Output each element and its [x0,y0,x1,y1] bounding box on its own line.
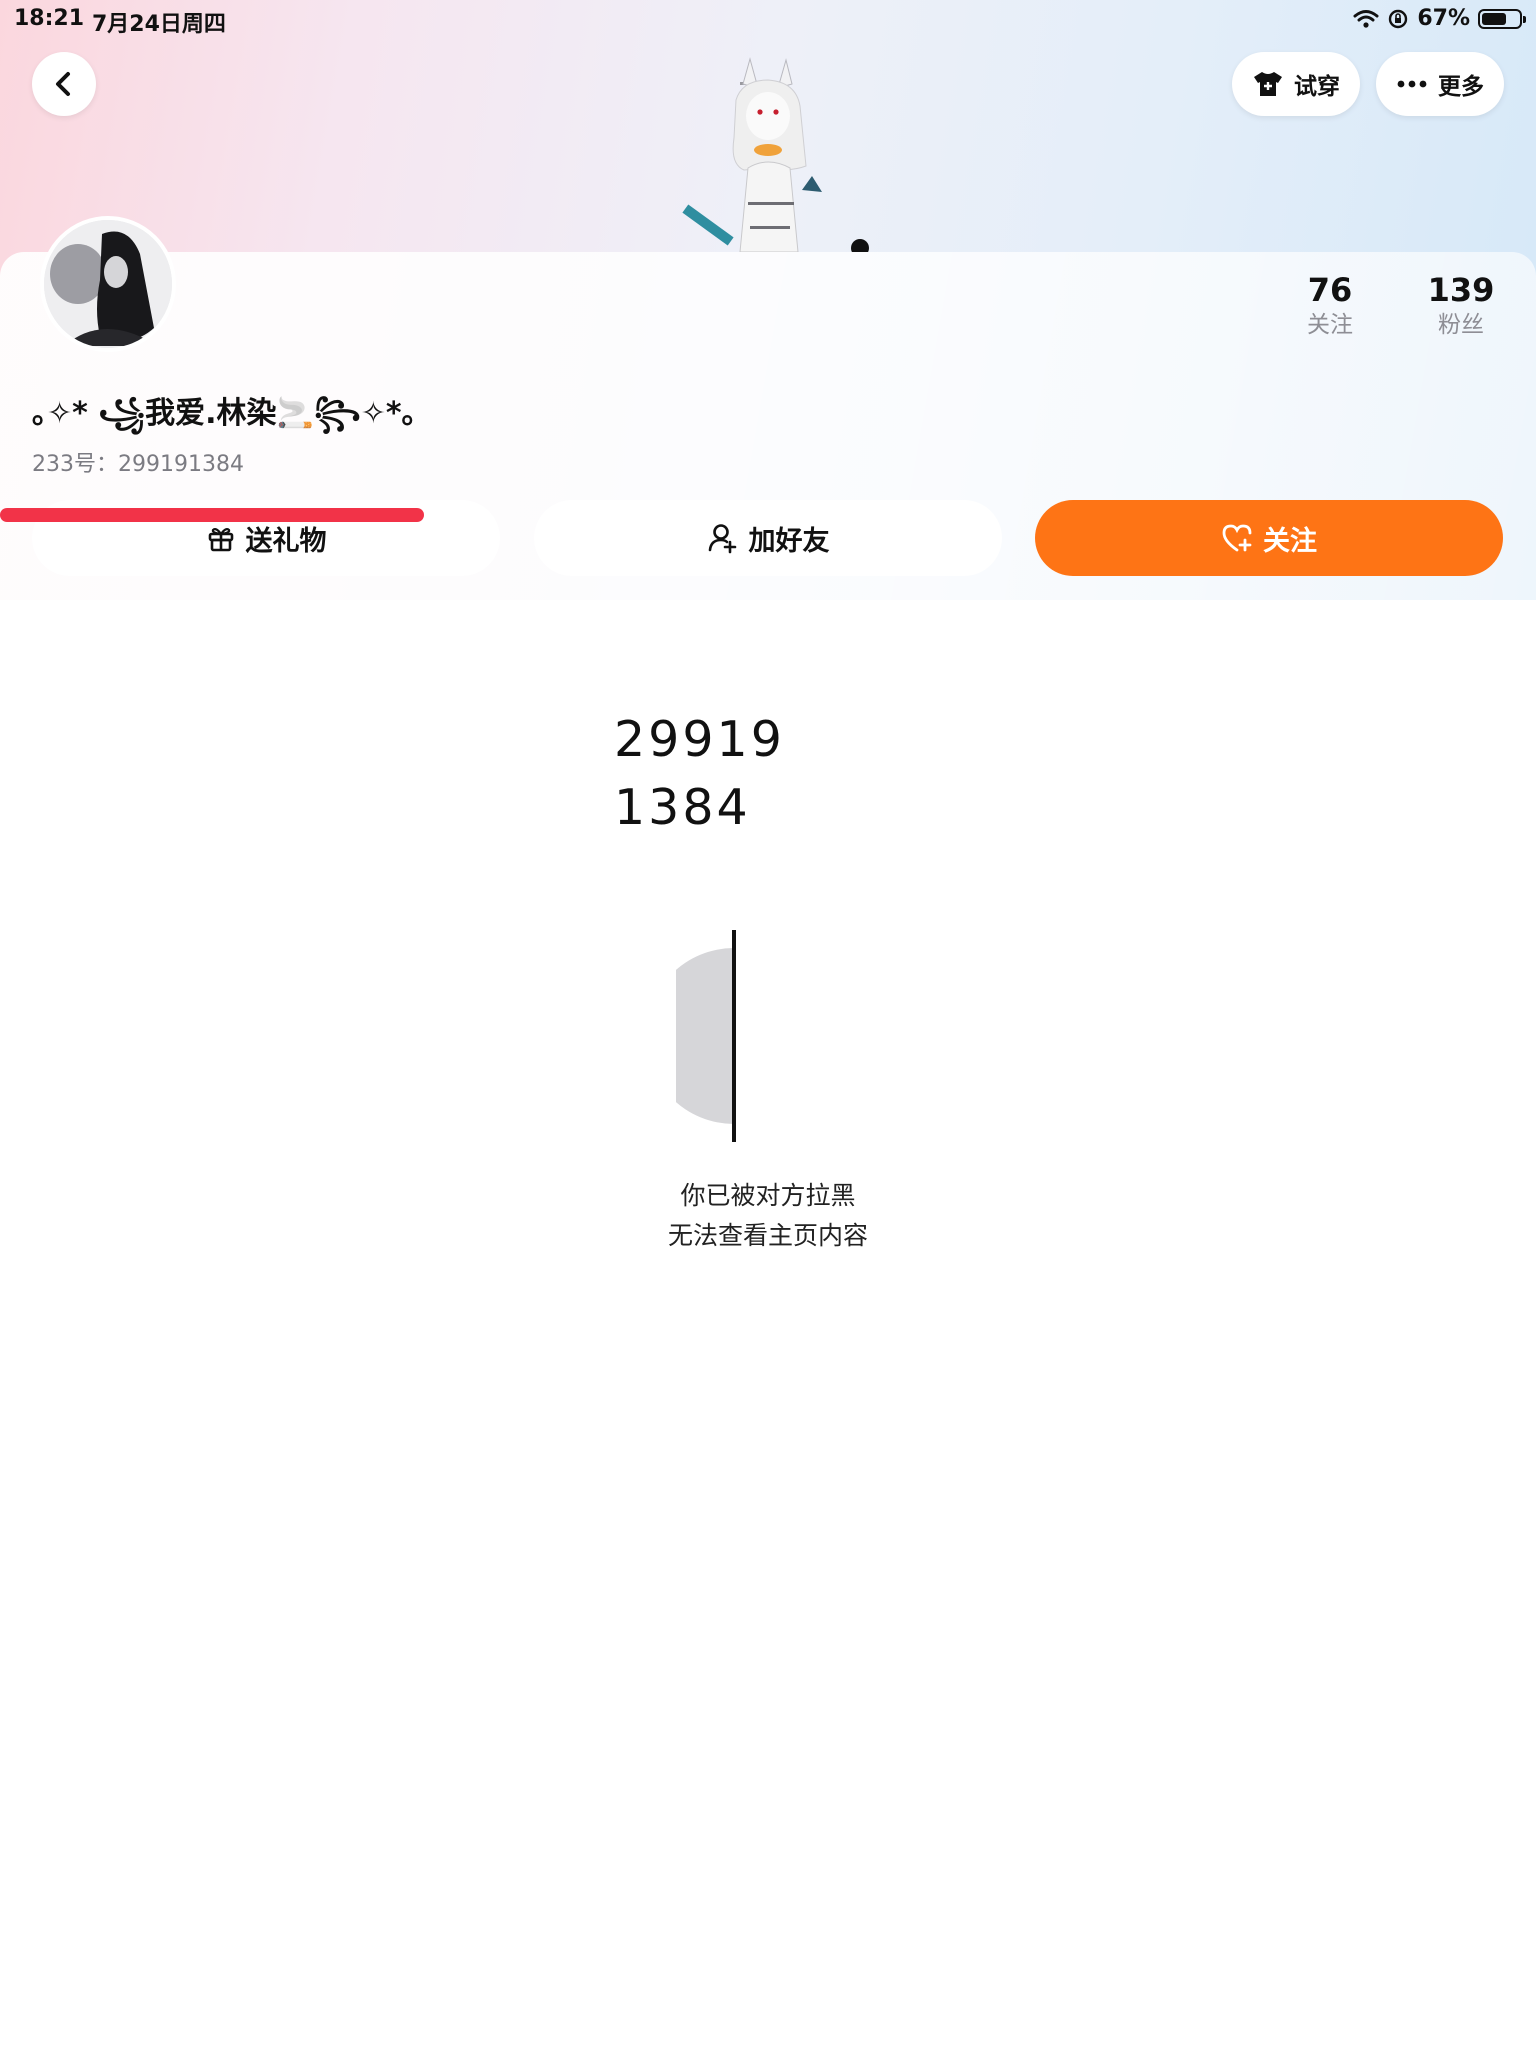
red-highlight-bar [0,508,424,522]
blocked-line-1: 你已被对方拉黑 [680,1181,856,1210]
send-gift-label: 送礼物 [245,525,327,557]
add-friend-label: 加好友 [748,525,830,557]
battery-percent: 67% [1417,6,1470,31]
fans-stat[interactable]: 139 粉丝 [1401,270,1521,340]
status-bar: 18:21 7月24日周四 67% [0,0,1536,40]
nickname: ｡✧* ꧁我爱.林染🚬꧂✧*｡ [32,396,417,431]
tshirt-icon [1254,72,1282,96]
user-id: 233号：299191384 [32,452,244,477]
battery-level [1482,12,1507,25]
try-on-button[interactable]: 试穿 [1232,52,1360,116]
fans-count: 139 [1427,271,1495,309]
following-count: 76 [1307,271,1353,309]
following-label: 关注 [1307,312,1353,338]
more-dots-icon [1397,80,1427,88]
blocked-line-2: 无法查看主页内容 [667,1221,868,1250]
blocked-illustration [676,930,736,1142]
orientation-lock-icon [1389,9,1408,28]
id-overlay-text: 29919 1384 [614,706,785,842]
id-overlay-line-2: 1384 [614,779,751,836]
status-date: 7月24日周四 [92,12,226,37]
avatar-image [44,220,172,348]
wifi-icon [1353,9,1379,28]
gift-icon [208,528,233,552]
back-button[interactable] [32,52,96,116]
fans-label: 粉丝 [1438,312,1484,338]
add-user-icon [708,524,736,554]
follow-button[interactable]: 关注 [1035,500,1503,576]
battery-tip [1523,15,1526,23]
battery-icon [1478,8,1526,29]
status-time: 18:21 [14,6,85,31]
status-icons: 67% [1353,6,1526,31]
avatar[interactable] [40,216,176,352]
more-label: 更多 [1438,74,1484,100]
add-friend-button[interactable]: 加好友 [534,500,1002,576]
chevron-left-icon [56,72,70,96]
id-overlay-line-1: 29919 [614,711,785,768]
avatar-3d-character[interactable] [660,56,890,252]
blocked-message: 你已被对方拉黑 无法查看主页内容 [568,1176,968,1256]
following-stat[interactable]: 76 关注 [1270,270,1390,340]
try-on-label: 试穿 [1294,74,1340,100]
follow-label: 关注 [1263,525,1317,557]
more-button[interactable]: 更多 [1376,52,1504,116]
heart-plus-icon [1222,524,1252,552]
